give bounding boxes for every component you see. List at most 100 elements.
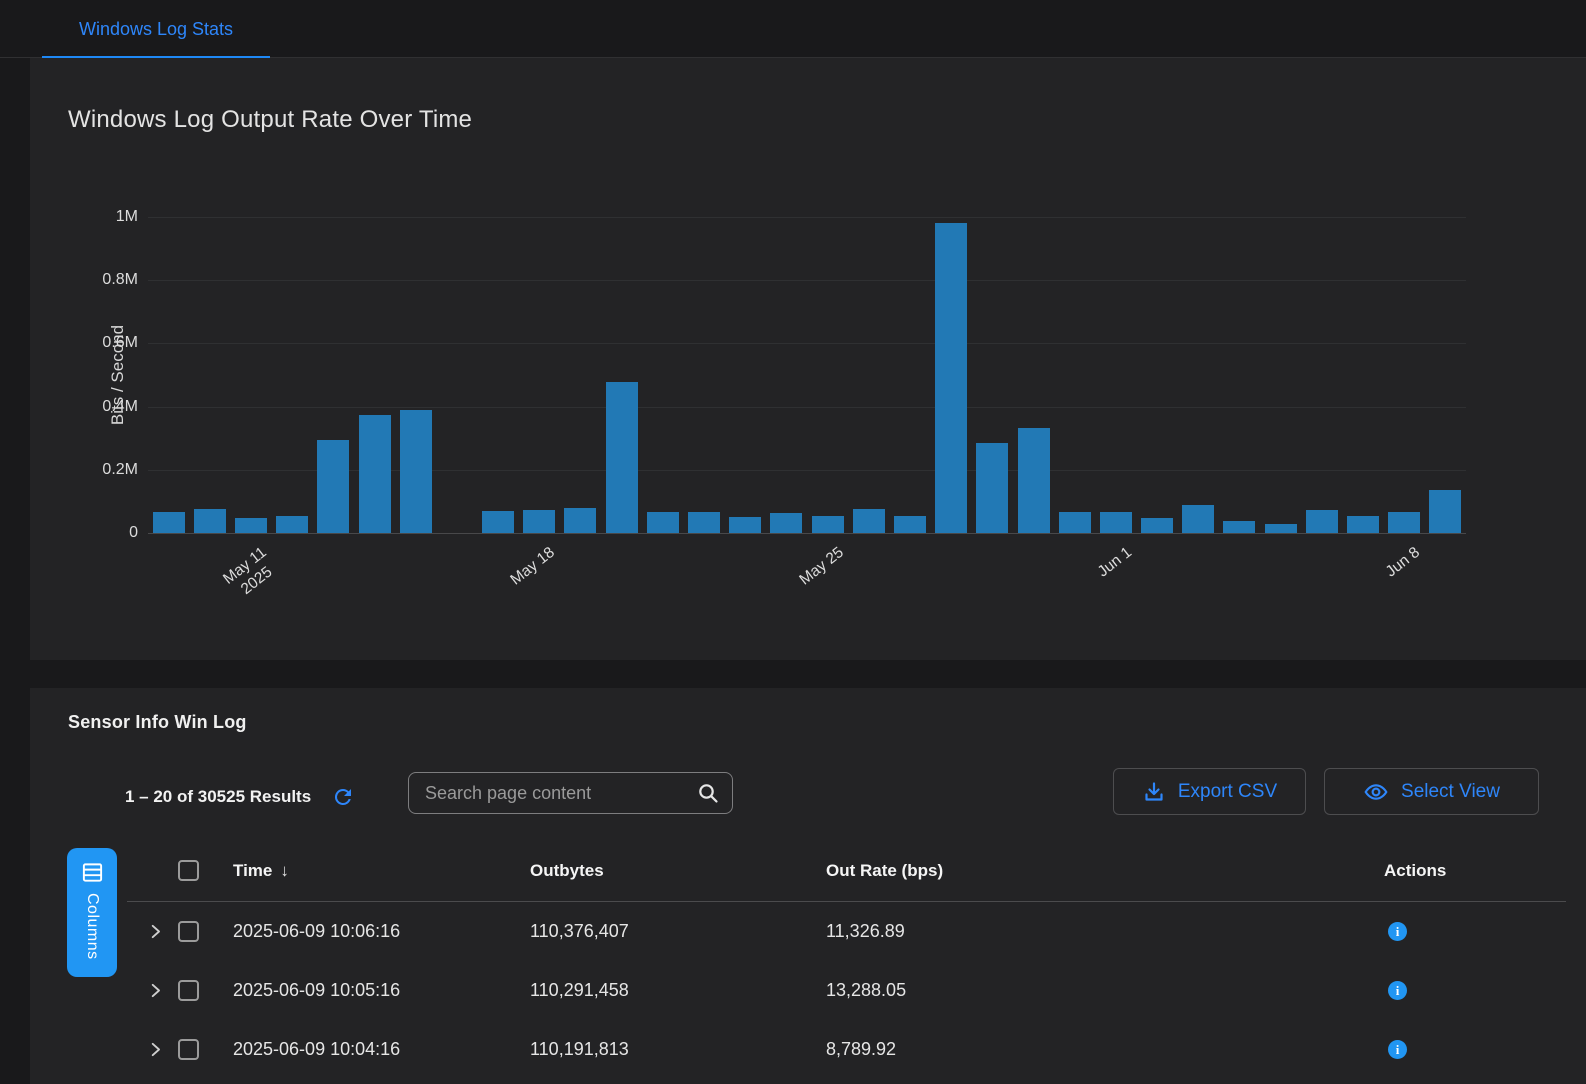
eye-icon <box>1363 779 1389 805</box>
bar-jun-1[interactable] <box>1100 512 1132 533</box>
chevron-right-icon <box>147 982 164 999</box>
bar-jun-9[interactable] <box>1429 490 1461 533</box>
bar-may-13[interactable] <box>317 440 349 533</box>
expand-row-button[interactable] <box>147 923 175 940</box>
row-checkbox[interactable] <box>178 1039 199 1060</box>
bar-jun-7[interactable] <box>1347 516 1379 533</box>
y-tick-label: 0.6M <box>102 334 138 352</box>
bar-may-21[interactable] <box>647 512 679 533</box>
column-header-outbytes[interactable]: Outbytes <box>530 861 826 881</box>
bar-may-28[interactable] <box>935 223 967 533</box>
row-checkbox[interactable] <box>178 980 199 1001</box>
sort-desc-icon: ↓ <box>280 861 289 881</box>
export-csv-button[interactable]: Export CSV <box>1113 768 1306 815</box>
bar-may-18[interactable] <box>523 510 555 533</box>
bar-may-23[interactable] <box>729 517 761 533</box>
expand-row-button[interactable] <box>147 1041 175 1058</box>
chart-plot-area: 00.2M0.4M0.6M0.8M1MMay 11 2025May 18May … <box>148 217 1466 533</box>
info-icon[interactable]: i <box>1388 981 1407 1000</box>
x-tick-label: May 25 <box>796 543 848 590</box>
bar-jun-6[interactable] <box>1306 510 1338 533</box>
select-view-button[interactable]: Select View <box>1324 768 1539 815</box>
table-title: Sensor Info Win Log <box>68 712 247 733</box>
search-submit[interactable] <box>696 781 732 805</box>
bar-jun-2[interactable] <box>1141 518 1173 533</box>
search-icon <box>696 781 720 805</box>
bar-may-14[interactable] <box>359 415 391 533</box>
table-row: 2025-06-09 10:06:16 110,376,407 11,326.8… <box>127 902 1566 961</box>
bar-may-26[interactable] <box>853 509 885 533</box>
grid-line <box>148 343 1466 344</box>
column-header-time[interactable]: Time ↓ <box>233 861 530 881</box>
chart-panel: Windows Log Output Rate Over Time Bits /… <box>30 58 1586 660</box>
x-tick-label: Jun 8 <box>1382 543 1424 582</box>
grid-line <box>148 217 1466 218</box>
expand-row-button[interactable] <box>147 982 175 999</box>
table-header-row: Time ↓ Outbytes Out Rate (bps) Actions <box>127 840 1566 902</box>
cell-out-rate: 11,326.89 <box>826 921 1384 942</box>
bar-jun-3[interactable] <box>1182 505 1214 533</box>
column-header-out-rate[interactable]: Out Rate (bps) <box>826 861 1384 881</box>
x-tick-label: May 18 <box>507 543 559 590</box>
download-icon <box>1142 780 1166 804</box>
results-count: 1 – 20 of 30525 Results <box>125 787 311 807</box>
search-input[interactable] <box>409 773 696 813</box>
table-panel: Sensor Info Win Log 1 – 20 of 30525 Resu… <box>30 688 1586 1084</box>
grid-line <box>148 533 1466 534</box>
bar-may-24[interactable] <box>770 513 802 533</box>
bar-jun-8[interactable] <box>1388 512 1420 533</box>
bar-may-17[interactable] <box>482 511 514 533</box>
bar-jun-4[interactable] <box>1223 521 1255 533</box>
chart-title: Windows Log Output Rate Over Time <box>68 106 472 134</box>
bar-may-30[interactable] <box>1018 428 1050 533</box>
tab-label: Windows Log Stats <box>79 19 233 40</box>
select-all-checkbox[interactable] <box>178 860 199 881</box>
x-tick-label: May 11 2025 <box>220 543 283 604</box>
bar-may-22[interactable] <box>688 512 720 533</box>
table-row: 2025-06-09 10:05:16 110,291,458 13,288.0… <box>127 961 1566 1020</box>
y-tick-label: 0.8M <box>102 271 138 289</box>
y-tick-label: 0.4M <box>102 398 138 416</box>
search-box <box>408 772 733 814</box>
bar-may-19[interactable] <box>564 508 596 533</box>
bar-may-25[interactable] <box>812 516 844 533</box>
cell-time: 2025-06-09 10:04:16 <box>233 1039 530 1060</box>
y-tick-label: 1M <box>116 208 138 226</box>
export-csv-label: Export CSV <box>1178 781 1277 803</box>
results-row: 1 – 20 of 30525 Results <box>125 782 355 812</box>
row-checkbox[interactable] <box>178 921 199 942</box>
bar-may-27[interactable] <box>894 516 926 533</box>
cell-out-rate: 13,288.05 <box>826 980 1384 1001</box>
bar-jun-5[interactable] <box>1265 524 1297 533</box>
info-icon[interactable]: i <box>1388 922 1407 941</box>
columns-button[interactable]: Columns <box>67 848 117 977</box>
bar-may-29[interactable] <box>976 443 1008 533</box>
cell-time: 2025-06-09 10:06:16 <box>233 921 530 942</box>
bar-may-15[interactable] <box>400 410 432 533</box>
data-table: Time ↓ Outbytes Out Rate (bps) Actions 2… <box>127 840 1566 1079</box>
x-tick-label: Jun 1 <box>1094 543 1136 582</box>
cell-outbytes: 110,191,813 <box>530 1039 826 1060</box>
y-tick-label: 0.2M <box>102 461 138 479</box>
refresh-button[interactable] <box>331 785 355 809</box>
columns-button-label: Columns <box>83 893 101 960</box>
cell-time: 2025-06-09 10:05:16 <box>233 980 530 1001</box>
bar-may-11[interactable] <box>235 518 267 533</box>
cell-outbytes: 110,291,458 <box>530 980 826 1001</box>
tab-windows-log-stats[interactable]: Windows Log Stats <box>42 0 270 58</box>
grid-line <box>148 280 1466 281</box>
cell-outbytes: 110,376,407 <box>530 921 826 942</box>
bar-may-9[interactable] <box>153 512 185 533</box>
bar-may-20[interactable] <box>606 382 638 533</box>
refresh-icon <box>331 785 355 809</box>
time-header-label: Time <box>233 861 272 881</box>
bar-may-31[interactable] <box>1059 512 1091 533</box>
chevron-right-icon <box>147 1041 164 1058</box>
bar-may-10[interactable] <box>194 509 226 533</box>
bar-may-12[interactable] <box>276 516 308 533</box>
info-icon[interactable]: i <box>1388 1040 1407 1059</box>
column-header-actions: Actions <box>1384 861 1566 881</box>
select-view-label: Select View <box>1401 781 1500 803</box>
grid-line <box>148 407 1466 408</box>
table-row: 2025-06-09 10:04:16 110,191,813 8,789.92… <box>127 1020 1566 1079</box>
